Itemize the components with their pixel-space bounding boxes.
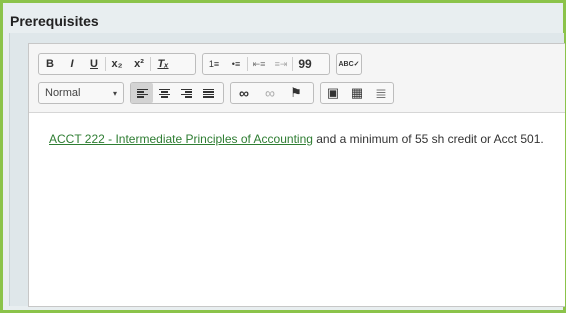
decrease-indent-button[interactable]: ⇤≡ bbox=[248, 54, 270, 74]
chevron-down-icon: ▾ bbox=[112, 88, 117, 98]
spellcheck-group: ABC✓ bbox=[336, 53, 362, 75]
editor-toolbar: B I U x₂ x² Tₓ 1≡ •≡ ⇤≡ ≡⇥ 99 ABC✓ Norma… bbox=[29, 44, 565, 113]
anchor-button[interactable]: ⚑ bbox=[283, 83, 309, 103]
prerequisites-frame: Prerequisites B I U x₂ x² Tₓ 1≡ •≡ ⇤≡ ≡⇥… bbox=[0, 0, 566, 313]
remove-format-button[interactable]: Tₓ bbox=[151, 54, 175, 74]
unlink-button[interactable]: ∞ bbox=[257, 83, 283, 103]
horizontal-rule-button[interactable]: ≣ bbox=[369, 83, 393, 103]
blockquote-button[interactable]: 99 bbox=[293, 54, 317, 74]
align-center-icon bbox=[158, 88, 170, 98]
section-title: Prerequisites bbox=[10, 13, 99, 29]
underline-button[interactable]: U bbox=[83, 54, 105, 74]
link-button[interactable]: ∞ bbox=[231, 83, 257, 103]
align-justify-button[interactable] bbox=[197, 83, 219, 103]
editor-content[interactable]: ACCT 222 - Intermediate Principles of Ac… bbox=[49, 132, 544, 146]
format-dropdown[interactable]: Normal ▾ bbox=[39, 83, 123, 103]
align-right-button[interactable] bbox=[175, 83, 197, 103]
align-center-button[interactable] bbox=[153, 83, 175, 103]
italic-button[interactable]: I bbox=[61, 54, 83, 74]
alignment-group bbox=[130, 82, 224, 104]
align-left-button[interactable] bbox=[131, 83, 153, 103]
align-left-icon bbox=[136, 88, 148, 98]
insert-group: ▣ ▦ ≣ bbox=[320, 82, 394, 104]
prerequisite-text: and a minimum of 55 sh credit or Acct 50… bbox=[312, 132, 544, 146]
paragraph-group: 1≡ •≡ ⇤≡ ≡⇥ 99 bbox=[202, 53, 330, 75]
align-right-icon bbox=[180, 88, 192, 98]
numbered-list-button[interactable]: 1≡ bbox=[203, 54, 225, 74]
link-group: ∞ ∞ ⚑ bbox=[230, 82, 314, 104]
bold-button[interactable]: B bbox=[39, 54, 61, 74]
course-link[interactable]: ACCT 222 - Intermediate Principles of Ac… bbox=[49, 132, 313, 146]
format-value: Normal bbox=[45, 87, 81, 99]
bulleted-list-button[interactable]: •≡ bbox=[225, 54, 247, 74]
spellcheck-button[interactable]: ABC✓ bbox=[337, 54, 361, 74]
editor-panel: B I U x₂ x² Tₓ 1≡ •≡ ⇤≡ ≡⇥ 99 ABC✓ Norma… bbox=[9, 33, 565, 307]
rich-text-editor[interactable]: B I U x₂ x² Tₓ 1≡ •≡ ⇤≡ ≡⇥ 99 ABC✓ Norma… bbox=[28, 43, 565, 307]
subscript-button[interactable]: x₂ bbox=[106, 54, 128, 74]
format-select[interactable]: Normal ▾ bbox=[38, 82, 124, 104]
superscript-button[interactable]: x² bbox=[128, 54, 150, 74]
table-button[interactable]: ▦ bbox=[345, 83, 369, 103]
basic-styles-group: B I U x₂ x² Tₓ bbox=[38, 53, 196, 75]
align-justify-icon bbox=[202, 88, 214, 98]
increase-indent-button[interactable]: ≡⇥ bbox=[270, 54, 292, 74]
image-button[interactable]: ▣ bbox=[321, 83, 345, 103]
